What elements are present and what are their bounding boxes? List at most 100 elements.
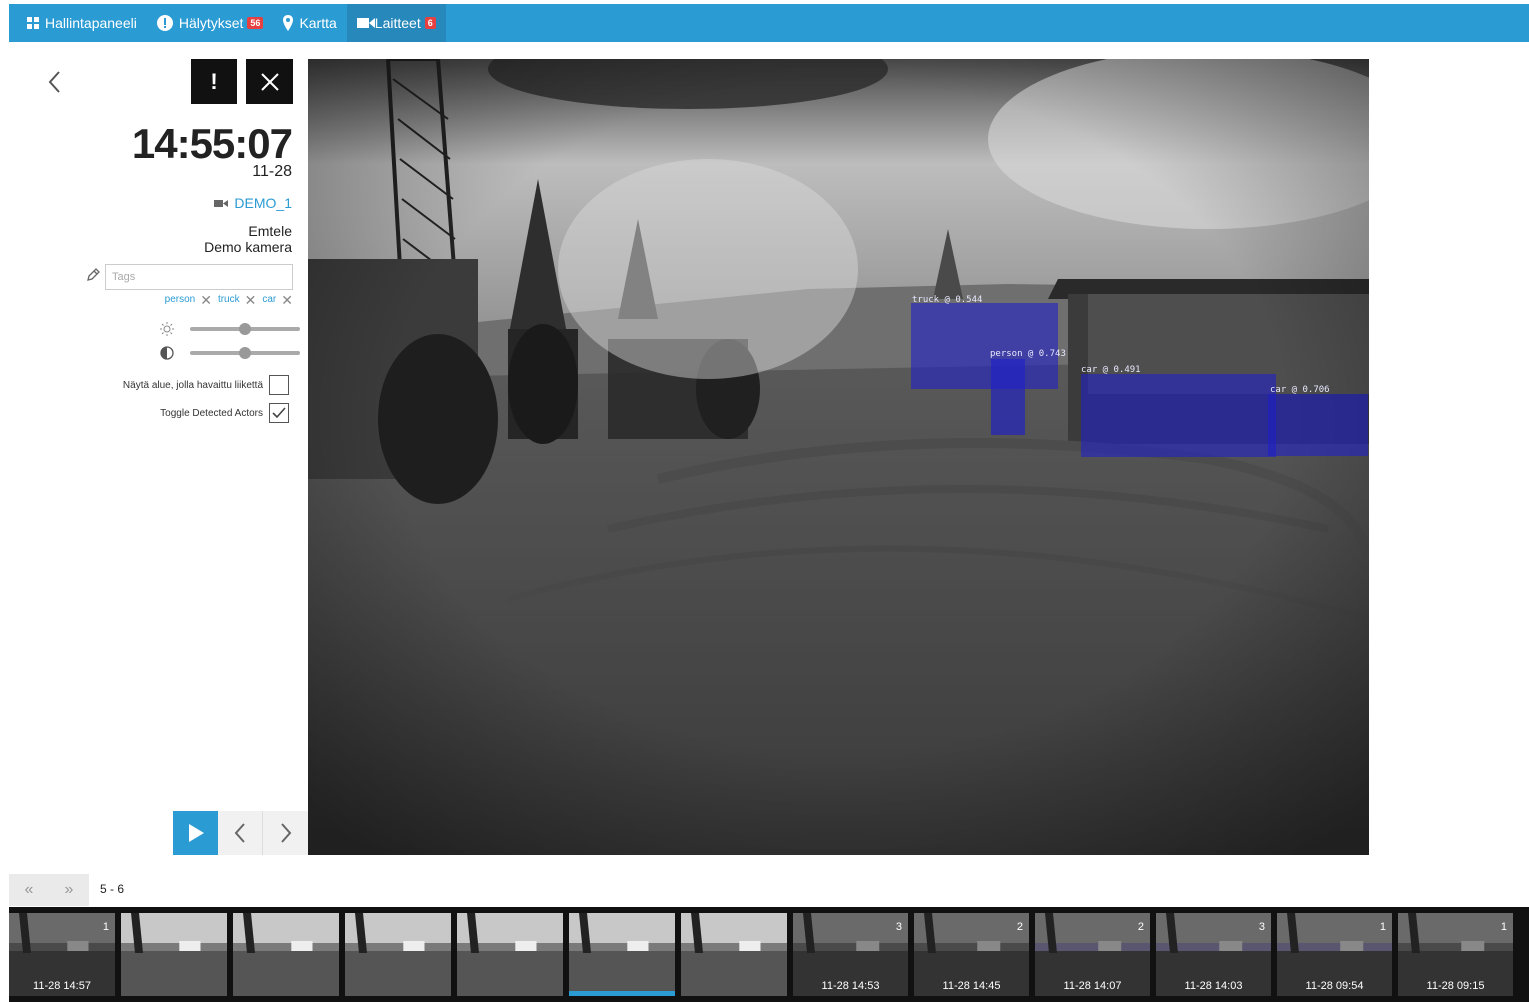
camera-image (308, 59, 1369, 855)
brightness-slider[interactable] (190, 323, 300, 335)
play-button[interactable] (173, 811, 218, 855)
thumbnail-item[interactable]: 1 11-28 09:54 (1277, 913, 1392, 996)
motion-area-toggle: Näytä alue, jolla havaittu liikettä (123, 375, 289, 395)
thumbnail-count: 3 (895, 921, 902, 933)
camera-info: Emtele Demo kamera (204, 223, 292, 255)
thumbnail-count: 1 (1500, 921, 1507, 933)
thumbnail-image (345, 913, 451, 996)
video-camera-icon (356, 17, 375, 29)
previous-frame-button[interactable] (218, 811, 263, 855)
brightness-row (158, 322, 300, 336)
event-date: 11-28 (252, 163, 292, 180)
nav-dashboard-label: Hallintapaneeli (45, 15, 137, 31)
contrast-row (158, 346, 300, 360)
thumbnail-time: 11-28 14:03 (1184, 980, 1243, 992)
thumbnail-time: 11-28 09:54 (1305, 980, 1364, 992)
chevron-left-icon (48, 71, 60, 93)
back-button[interactable] (44, 68, 66, 96)
next-frame-button[interactable] (263, 811, 308, 855)
thumbnail-strip: 1 11-28 14:57 3 11-28 14:53 2 11-28 14:45 2 11-… (9, 907, 1529, 1002)
pencil-icon (86, 268, 100, 282)
thumbnail-time: 11-28 14:53 (821, 980, 880, 992)
play-icon (188, 824, 204, 842)
camera-name: Demo kamera (204, 239, 292, 255)
alerts-count-badge: 56 (247, 17, 264, 29)
double-chevron-left-icon: « (24, 881, 34, 898)
thumbnail-count: 1 (102, 921, 109, 933)
dashboard-icon (27, 17, 39, 29)
thumbnail-time: 11-28 09:15 (1426, 980, 1485, 992)
tag-list: person ✕ truck ✕ car ✕ (164, 293, 293, 307)
thumbnail-item[interactable]: 1 11-28 14:57 (9, 913, 115, 996)
brightness-icon (158, 322, 176, 336)
nav-alerts-label: Hälytykset (178, 15, 244, 31)
detection-label-car: car @ 0.491 (1081, 365, 1141, 375)
nav-alerts[interactable]: Hälytykset 56 (147, 4, 274, 42)
thumbnail-time: 11-28 14:45 (942, 980, 1001, 992)
devices-count-badge: 6 (424, 17, 436, 29)
thumbnail-item[interactable]: 1 11-28 09:15 (1398, 913, 1513, 996)
video-frame[interactable]: truck @ 0.544 person @ 0.743 car @ 0.491… (308, 59, 1369, 855)
contrast-slider[interactable] (190, 347, 300, 359)
thumbnail-item[interactable]: 2 11-28 14:45 (914, 913, 1029, 996)
event-time: 14:55:07 (131, 120, 293, 167)
close-button[interactable] (246, 59, 293, 104)
thumbnail-item[interactable]: 2 11-28 14:07 (1035, 913, 1150, 996)
nav-dashboard[interactable]: Hallintapaneeli (9, 4, 147, 42)
camera-id: DEMO_1 (234, 195, 292, 211)
contrast-slider-handle[interactable] (239, 347, 251, 359)
video-camera-icon (214, 199, 229, 208)
detection-label-car: car @ 0.706 (1270, 385, 1330, 395)
thumbnail-image (569, 913, 675, 991)
actors-label: Toggle Detected Actors (160, 407, 263, 419)
thumbnail-image (681, 913, 787, 996)
thumbnail-time: 11-28 14:07 (1063, 980, 1122, 992)
motion-area-label: Näytä alue, jolla havaittu liikettä (122, 379, 263, 391)
close-icon (260, 72, 279, 91)
double-chevron-right-icon: » (64, 881, 74, 898)
actors-checkbox[interactable] (269, 403, 289, 423)
next-page-button[interactable]: » (49, 874, 89, 906)
thumbnail-time: 11-28 14:57 (33, 980, 91, 992)
thumbnail-item[interactable] (457, 913, 563, 996)
remove-tag-icon[interactable]: ✕ (245, 293, 257, 307)
tag-label: truck (217, 294, 240, 305)
detection-label-person: person @ 0.743 (990, 349, 1066, 359)
mark-alert-button[interactable]: ! (191, 59, 237, 104)
nav-map[interactable]: Kartta (273, 4, 346, 42)
thumbnail-item[interactable] (233, 913, 339, 996)
thumbnail-item[interactable] (569, 913, 675, 996)
tag-label: person (164, 294, 196, 305)
map-pin-icon (283, 15, 294, 31)
nav-devices[interactable]: Laitteet 6 (346, 4, 446, 42)
tags-input[interactable] (105, 264, 293, 290)
thumbnail-item[interactable] (345, 913, 451, 996)
motion-area-checkbox[interactable] (269, 375, 289, 395)
nav-map-label: Kartta (299, 15, 337, 31)
tag-person: person ✕ (164, 293, 212, 307)
tag-car: car ✕ (262, 293, 293, 307)
chevron-right-icon (280, 823, 291, 843)
thumbnail-count: 2 (1137, 921, 1144, 933)
nav-devices-label: Laitteet (374, 15, 421, 31)
org-name: Emtele (248, 223, 292, 239)
thumbnail-item[interactable]: 3 11-28 14:53 (793, 913, 908, 996)
thumbnail-item[interactable]: 3 11-28 14:03 (1156, 913, 1271, 996)
thumbnail-item[interactable] (681, 913, 787, 996)
thumbnail-item[interactable] (121, 913, 227, 996)
exclamation-icon: ! (210, 68, 218, 94)
thumbnail-image (233, 913, 339, 996)
thumbnail-count: 3 (1258, 921, 1265, 933)
page-range: 5 - 6 (100, 882, 125, 896)
alert-icon (156, 15, 173, 31)
tag-truck: truck ✕ (217, 293, 257, 307)
thumbnail-count: 1 (1379, 921, 1386, 933)
brightness-slider-handle[interactable] (239, 323, 251, 335)
contrast-icon (158, 346, 176, 360)
remove-tag-icon[interactable]: ✕ (281, 293, 293, 307)
first-page-button[interactable]: « (9, 874, 49, 906)
camera-link[interactable]: DEMO_1 (214, 195, 292, 211)
tag-label: car (262, 294, 277, 305)
top-nav: Hallintapaneeli Hälytykset 56 Kartta Lai… (9, 4, 1529, 42)
remove-tag-icon[interactable]: ✕ (200, 293, 212, 307)
